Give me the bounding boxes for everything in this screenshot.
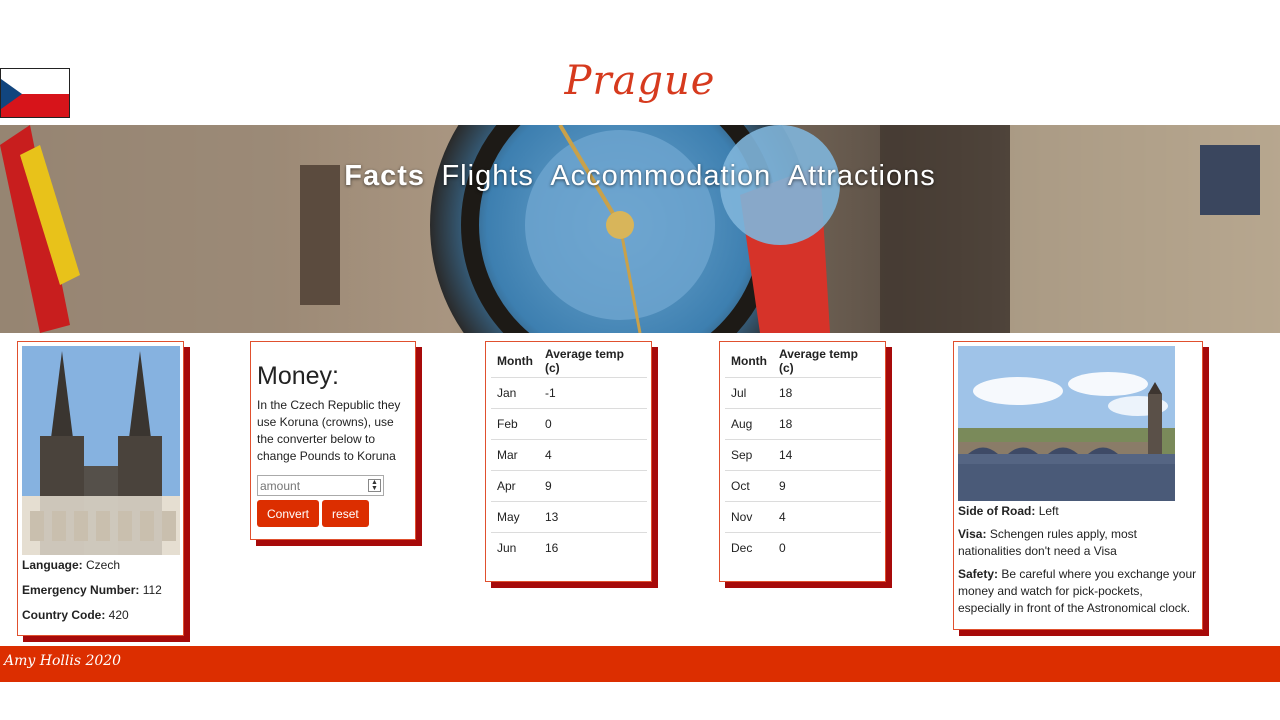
country-code-value: 420 bbox=[108, 608, 129, 622]
col-month: Month bbox=[497, 354, 533, 369]
spinner-icon[interactable]: ▲ ▼ bbox=[368, 479, 381, 492]
month-cell: Jun bbox=[491, 531, 539, 563]
temp-cell: 4 bbox=[538, 438, 647, 470]
footer-credit: Amy Hollis 2020 bbox=[4, 653, 122, 669]
emergency-row: Emergency Number: 112 bbox=[22, 582, 179, 599]
weather-table-1: Month Average temp (c) Jan -1 Feb 0 Mar 4 A… bbox=[491, 346, 647, 563]
visa-label: Visa: bbox=[958, 527, 987, 541]
footer: Amy Hollis 2020 bbox=[0, 646, 1280, 682]
temp-cell: 9 bbox=[538, 469, 647, 501]
road-value: Left bbox=[1038, 504, 1059, 518]
money-card: Money: In the Czech Republic they use Ko… bbox=[250, 341, 416, 540]
month-cell: Mar bbox=[491, 438, 539, 470]
month-cell: Nov bbox=[725, 500, 773, 532]
col-month: Month bbox=[731, 354, 767, 369]
language-label: Language: bbox=[22, 558, 83, 572]
table-row: Jun 16 bbox=[491, 531, 647, 563]
temp-cell: 0 bbox=[538, 407, 647, 439]
travel-info-card: Side of Road: Left Visa: Schengen rules … bbox=[953, 341, 1203, 630]
temp-cell: 13 bbox=[538, 500, 647, 532]
month-cell: Jan bbox=[491, 376, 539, 408]
river-bridge-photo bbox=[958, 346, 1175, 501]
church-photo bbox=[22, 346, 180, 555]
temp-cell: 0 bbox=[772, 531, 881, 563]
safety-row: Safety: Be careful where you exchange yo… bbox=[958, 566, 1198, 617]
nav-accommodation[interactable]: Accommodation bbox=[550, 160, 771, 193]
table-row: Feb 0 bbox=[491, 407, 647, 439]
road-row: Side of Road: Left bbox=[958, 503, 1198, 520]
table-row: Nov 4 bbox=[725, 500, 881, 532]
col-temp: Average temp (c) bbox=[544, 347, 624, 376]
country-code-row: Country Code: 420 bbox=[22, 607, 179, 624]
safety-label: Safety: bbox=[958, 567, 999, 581]
table-row: Mar 4 bbox=[491, 438, 647, 470]
weather-table-2: Month Average temp (c) Jul 18 Aug 18 Sep 14… bbox=[725, 346, 881, 563]
astronomical-clock-image bbox=[0, 125, 1280, 333]
temp-cell: 16 bbox=[538, 531, 647, 563]
emergency-value: 112 bbox=[142, 583, 162, 597]
table-row: Jul 18 bbox=[725, 376, 881, 408]
month-cell: Dec bbox=[725, 531, 773, 563]
table-row: Jan -1 bbox=[491, 376, 647, 408]
temp-cell: -1 bbox=[538, 376, 647, 408]
month-cell: May bbox=[491, 500, 539, 532]
emergency-label: Emergency Number: bbox=[22, 583, 140, 597]
page-title: Prague bbox=[564, 58, 716, 104]
nav-facts[interactable]: Facts bbox=[344, 160, 425, 193]
month-cell: Sep bbox=[725, 438, 773, 470]
month-cell: Oct bbox=[725, 469, 773, 501]
month-cell: Jul bbox=[725, 376, 773, 408]
hero-banner: Facts Flights Accommodation Attractions bbox=[0, 125, 1280, 333]
amount-input[interactable] bbox=[258, 478, 368, 493]
country-code-label: Country Code: bbox=[22, 608, 106, 622]
nav-attractions[interactable]: Attractions bbox=[788, 160, 936, 193]
road-label: Side of Road: bbox=[958, 504, 1036, 518]
money-heading: Money: bbox=[257, 362, 339, 390]
temp-cell: 14 bbox=[772, 438, 881, 470]
language-row: Language: Czech bbox=[22, 557, 179, 574]
facts-card: Language: Czech Emergency Number: 112 Co… bbox=[17, 341, 184, 636]
weather-table-card-2: Month Average temp (c) Jul 18 Aug 18 Sep 14… bbox=[719, 341, 886, 582]
table-row: Dec 0 bbox=[725, 531, 881, 563]
temp-cell: 18 bbox=[772, 407, 881, 439]
reset-button[interactable]: reset bbox=[322, 500, 369, 527]
table-row: Aug 18 bbox=[725, 407, 881, 439]
table-row: Apr 9 bbox=[491, 469, 647, 501]
money-description: In the Czech Republic they use Koruna (c… bbox=[257, 398, 401, 463]
table-row: Oct 9 bbox=[725, 469, 881, 501]
col-temp: Average temp (c) bbox=[778, 347, 858, 376]
table-row: Sep 14 bbox=[725, 438, 881, 470]
temp-cell: 18 bbox=[772, 376, 881, 408]
month-cell: Feb bbox=[491, 407, 539, 439]
amount-field[interactable]: ▲▼ bbox=[257, 475, 384, 496]
visa-row: Visa: Schengen rules apply, most nationa… bbox=[958, 526, 1198, 560]
temp-cell: 9 bbox=[772, 469, 881, 501]
month-cell: Aug bbox=[725, 407, 773, 439]
temp-cell: 4 bbox=[772, 500, 881, 532]
table-row: May 13 bbox=[491, 500, 647, 532]
main-nav: Facts Flights Accommodation Attractions bbox=[0, 160, 1280, 193]
language-value: Czech bbox=[86, 558, 121, 572]
nav-flights[interactable]: Flights bbox=[441, 160, 533, 193]
convert-button[interactable]: Convert bbox=[257, 500, 320, 527]
month-cell: Apr bbox=[491, 469, 539, 501]
weather-table-card-1: Month Average temp (c) Jan -1 Feb 0 Mar 4 A… bbox=[485, 341, 652, 582]
